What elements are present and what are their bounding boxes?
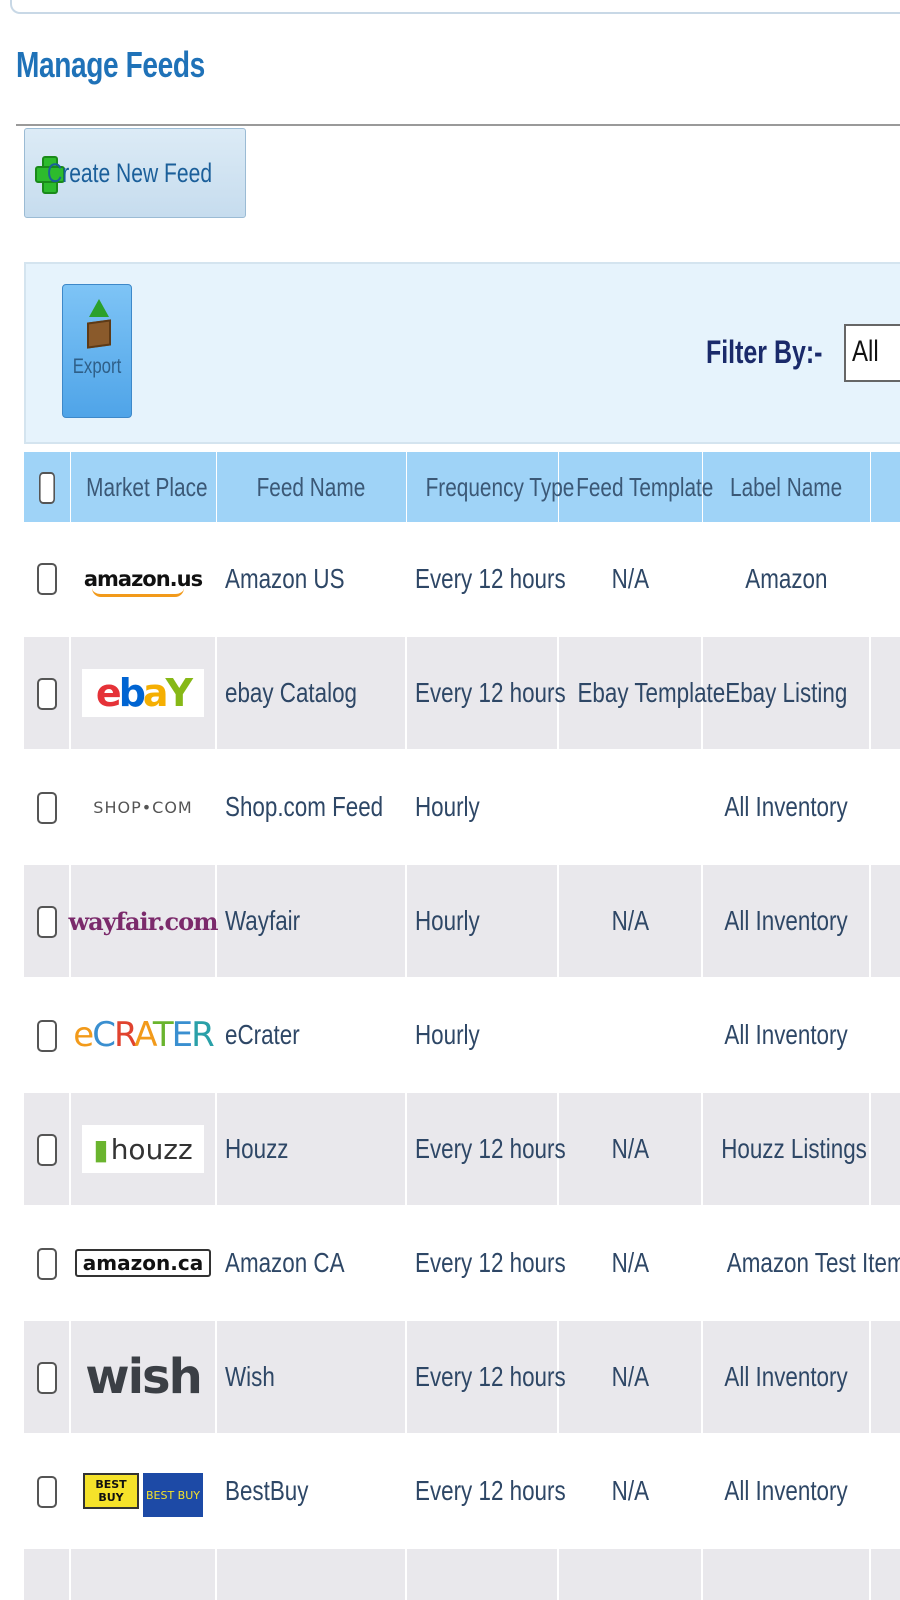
feeds-table: Market Place Feed Name Frequency Type Fe… [24, 452, 900, 1600]
ecrater-logo: eCRATER [73, 1015, 214, 1055]
table-row[interactable]: amazon.us Amazon US Every 12 hours N/A A… [24, 522, 900, 637]
column-header-frequency-type[interactable]: Frequency Type [406, 452, 574, 522]
label-name: All Inventory [724, 791, 848, 822]
row-checkbox[interactable] [36, 1475, 57, 1508]
column-header-truncated [870, 452, 900, 522]
table-row[interactable]: SHOP•COM Shop.com Feed Hourly All Invent… [24, 750, 900, 865]
column-header-feed-name[interactable]: Feed Name [216, 452, 407, 522]
feed-name[interactable]: Amazon CA [225, 1247, 345, 1279]
filter-selected-value: All [852, 335, 879, 368]
wayfair-logo: wayfair.com [68, 906, 219, 936]
amazon-ca-logo: amazon.ca [74, 1239, 212, 1287]
frequency-type: Every 12 hours [415, 1361, 566, 1392]
amazon-us-logo: amazon.us [83, 566, 203, 597]
table-row[interactable]: wish Wish Every 12 hours N/A All Invento… [24, 1320, 900, 1435]
table-header-row: Market Place Feed Name Frequency Type Fe… [24, 452, 900, 522]
feed-name[interactable]: Wish [225, 1361, 275, 1393]
feed-name[interactable]: Houzz [225, 1133, 289, 1165]
column-header-market-place[interactable]: Market Place [70, 452, 217, 522]
table-row-partial [24, 1548, 900, 1600]
export-label: Export [72, 355, 122, 378]
feed-template: N/A [611, 1475, 649, 1506]
select-all-cell [24, 452, 71, 522]
feed-toolbar: Export Filter By:- All [24, 262, 900, 444]
column-header-feed-template[interactable]: Feed Template [558, 452, 713, 522]
table-row[interactable]: ▮houzz Houzz Every 12 hours N/A Houzz Li… [24, 1092, 900, 1207]
feed-template: N/A [611, 905, 649, 936]
label-name: All Inventory [724, 1475, 848, 1506]
frequency-type: Hourly [415, 791, 480, 822]
table-row[interactable]: wayfair.com Wayfair Hourly N/A All Inven… [24, 864, 900, 979]
feed-template: N/A [611, 562, 649, 594]
row-checkbox[interactable] [36, 563, 57, 596]
label-name: Amazon Test Items [726, 1247, 900, 1278]
frequency-type: Hourly [415, 1019, 480, 1050]
feed-name[interactable]: Amazon US [225, 563, 345, 595]
label-name: Amazon [744, 562, 828, 594]
filter-select[interactable]: All [844, 324, 900, 382]
table-row[interactable]: eCRATER eCrater Hourly All Inventory [24, 978, 900, 1093]
feed-template: N/A [611, 1361, 649, 1392]
feed-name[interactable]: eCrater [225, 1019, 300, 1051]
table-row[interactable]: ebaY ebay Catalog Every 12 hours Ebay Te… [24, 636, 900, 751]
feed-name[interactable]: Wayfair [225, 905, 300, 937]
label-name: All Inventory [724, 1019, 848, 1050]
row-checkbox[interactable] [36, 791, 57, 824]
row-checkbox[interactable] [36, 1247, 57, 1280]
row-checkbox[interactable] [36, 905, 57, 938]
label-name: All Inventory [724, 905, 848, 936]
feed-name[interactable]: Shop.com Feed [225, 791, 383, 823]
shop-com-logo: SHOP•COM [93, 797, 193, 817]
top-panel-border [10, 0, 900, 14]
create-new-feed-label: Create New Feed [47, 157, 213, 188]
feed-template: Ebay Template [577, 677, 726, 708]
houzz-logo: ▮houzz [82, 1125, 204, 1173]
column-header-label-name[interactable]: Label Name [702, 452, 871, 522]
feed-template: N/A [611, 1247, 649, 1278]
feed-name[interactable]: ebay Catalog [225, 677, 357, 709]
frequency-type: Hourly [415, 905, 480, 936]
label-name: Houzz Listings [721, 1133, 867, 1164]
title-divider [16, 124, 900, 126]
export-box-icon [85, 299, 113, 351]
table-row[interactable]: BEST BUY BEST BUY BestBuy Every 12 hours … [24, 1434, 900, 1549]
label-name: Ebay Listing [724, 677, 848, 708]
frequency-type: Every 12 hours [415, 562, 566, 594]
export-button[interactable]: Export [62, 284, 132, 418]
page-title: Manage Feeds [16, 44, 205, 85]
filter-label: Filter By:- [706, 334, 823, 370]
frequency-type: Every 12 hours [415, 1247, 566, 1278]
ebay-logo: ebaY [82, 669, 204, 717]
label-name: All Inventory [724, 1361, 848, 1392]
feed-name[interactable]: BestBuy [225, 1475, 308, 1507]
create-new-feed-button[interactable]: Create New Feed [24, 128, 246, 218]
row-checkbox[interactable] [36, 677, 57, 710]
frequency-type: Every 12 hours [415, 1475, 566, 1506]
bestbuy-logo: BEST BUY BEST BUY [82, 1471, 204, 1519]
feed-template: N/A [611, 1133, 649, 1164]
wish-logo: wish [85, 1349, 203, 1405]
table-row[interactable]: amazon.ca Amazon CA Every 12 hours N/A A… [24, 1206, 900, 1321]
row-checkbox[interactable] [36, 1361, 57, 1394]
row-checkbox[interactable] [36, 1133, 57, 1166]
select-all-checkbox[interactable] [38, 471, 55, 504]
frequency-type: Every 12 hours [415, 677, 566, 708]
frequency-type: Every 12 hours [415, 1133, 566, 1164]
row-checkbox[interactable] [36, 1019, 57, 1052]
